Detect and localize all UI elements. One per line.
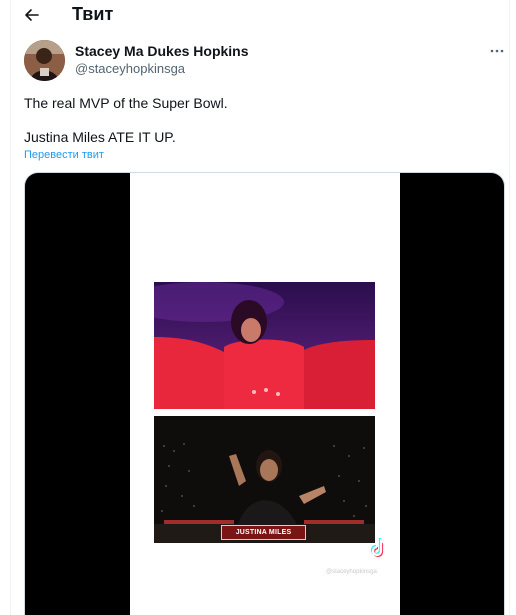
tweet-text-line-1: The real MVP of the Super Bowl. (24, 95, 228, 111)
video-frame: JUSTINA MILES @staceyhopkinsga (130, 173, 400, 615)
more-icon (490, 49, 504, 53)
avatar[interactable] (24, 40, 65, 81)
author-name[interactable]: Stacey Ma Dukes Hopkins (75, 43, 249, 59)
tweet-text-line-2: Justina Miles ATE IT UP. (24, 129, 176, 145)
header: Твит (0, 0, 516, 30)
more-button[interactable] (486, 42, 508, 60)
tiktok-icon (370, 538, 387, 558)
interpreter-clip: JUSTINA MILES (154, 416, 375, 543)
caption-label: JUSTINA MILES (221, 525, 306, 540)
page-title: Твит (72, 4, 114, 24)
translate-link[interactable]: Перевести твит (24, 149, 104, 161)
back-arrow-icon (25, 9, 39, 21)
back-button[interactable] (18, 2, 46, 28)
video-player[interactable]: JUSTINA MILES @staceyhopkinsga (24, 172, 505, 615)
author-handle[interactable]: @staceyhopkinsga (75, 61, 185, 76)
performer-clip (154, 282, 375, 409)
watermark-handle: @staceyhopkinsga (326, 569, 377, 575)
